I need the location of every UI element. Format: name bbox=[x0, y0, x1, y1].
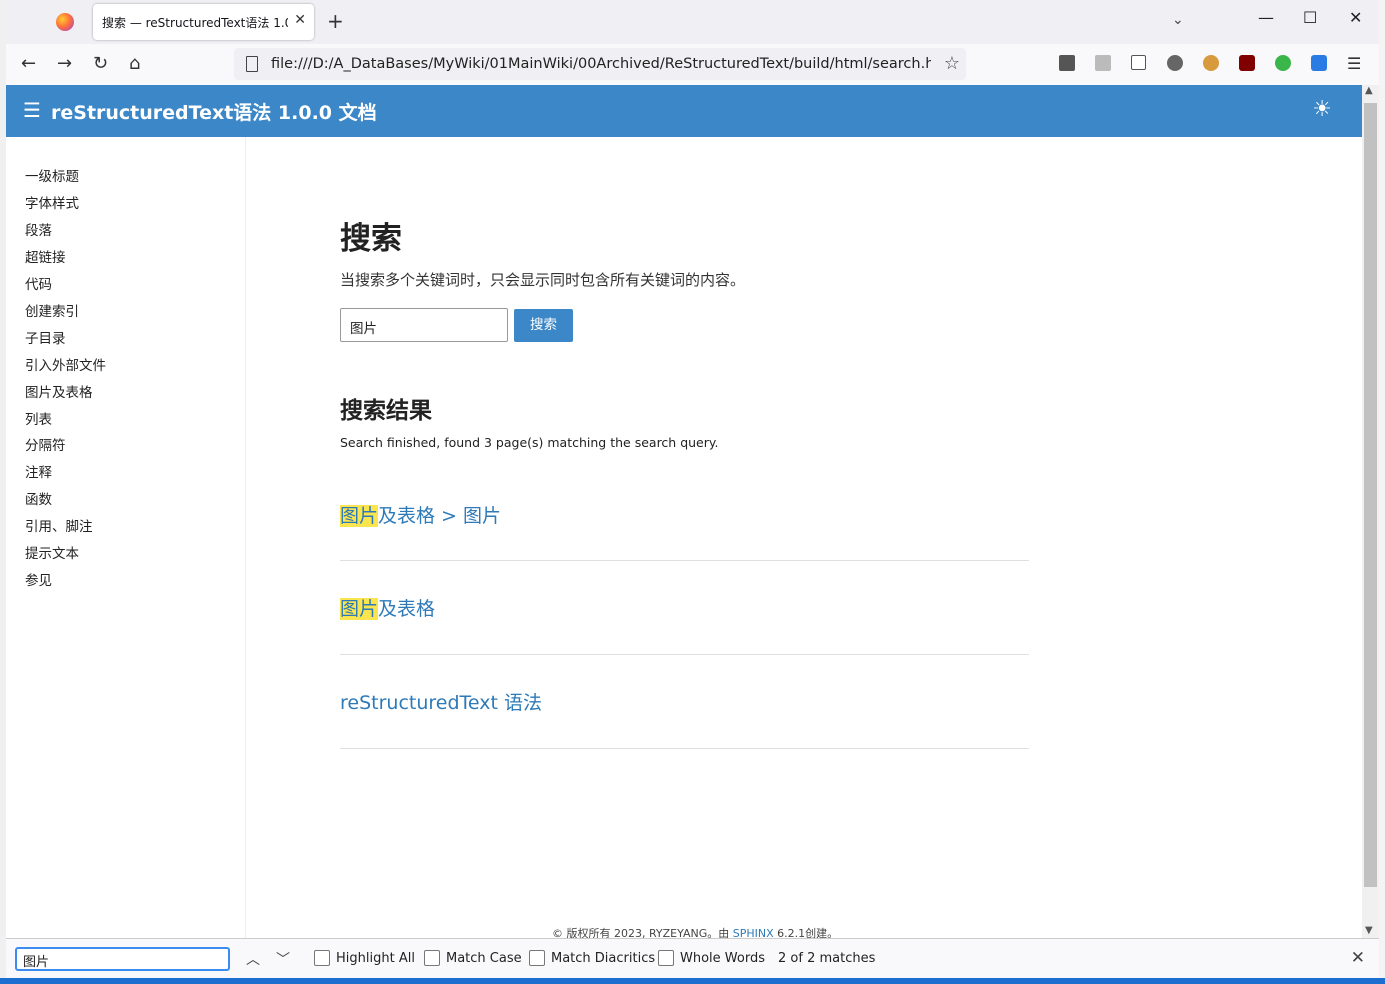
desktop-background-right bbox=[1378, 0, 1385, 984]
undo-extension-icon[interactable] bbox=[1095, 55, 1111, 71]
highlight-all-label[interactable]: Highlight All bbox=[336, 951, 415, 966]
bookmark-star-icon[interactable]: ☆ bbox=[944, 53, 960, 74]
match-count: 2 of 2 matches bbox=[778, 951, 876, 966]
sidebar-item[interactable]: 函数 bbox=[25, 488, 52, 508]
crop-extension-icon[interactable] bbox=[1059, 55, 1075, 71]
app-menu-icon[interactable]: ☰ bbox=[1347, 53, 1361, 75]
whole-words-checkbox[interactable] bbox=[658, 950, 674, 966]
translate-extension-icon[interactable] bbox=[1311, 55, 1327, 71]
results-heading: 搜索结果 bbox=[340, 398, 432, 424]
maximize-button[interactable]: ☐ bbox=[1303, 8, 1317, 27]
result-divider bbox=[340, 560, 1029, 561]
match-case-label[interactable]: Match Case bbox=[446, 951, 522, 966]
sidebar-item[interactable]: 参见 bbox=[25, 569, 52, 589]
result-highlight: 图片 bbox=[340, 505, 379, 527]
browser-window: 搜索 — reStructuredText语法 1.0.0 ✕ + ⌄ — ☐ … bbox=[6, 0, 1379, 978]
search-result-link[interactable]: reStructuredText 语法 bbox=[340, 688, 1029, 715]
home-button[interactable]: ⌂ bbox=[129, 53, 140, 75]
file-icon bbox=[246, 56, 258, 72]
sidebar-item[interactable]: 创建索引 bbox=[25, 300, 79, 320]
page-title: 搜索 bbox=[340, 221, 402, 257]
new-tab-button[interactable]: + bbox=[327, 10, 344, 32]
find-close-icon[interactable]: ✕ bbox=[1351, 948, 1365, 968]
search-button[interactable]: 搜索 bbox=[514, 309, 573, 342]
match-diacritics-checkbox[interactable] bbox=[529, 950, 545, 966]
sidebar-item[interactable]: 一级标题 bbox=[25, 165, 79, 185]
minimize-button[interactable]: — bbox=[1258, 8, 1274, 27]
scroll-up-icon[interactable]: ▲ bbox=[1365, 85, 1373, 96]
sidebar-item[interactable]: 段落 bbox=[25, 219, 52, 239]
search-summary: Search finished, found 3 page(s) matchin… bbox=[340, 435, 719, 450]
find-previous-icon[interactable]: ︿ bbox=[246, 949, 260, 969]
sidebar: 一级标题 字体样式 段落 超链接 代码 创建索引 子目录 引入外部文件 图片及表… bbox=[6, 137, 246, 938]
search-result-link[interactable]: 图片及表格 > 图片 bbox=[340, 501, 1029, 528]
match-case-checkbox[interactable] bbox=[424, 950, 440, 966]
result-divider bbox=[340, 654, 1029, 655]
back-button[interactable]: ← bbox=[21, 53, 36, 75]
firefox-logo-icon[interactable] bbox=[56, 13, 74, 31]
sidebar-item[interactable]: 注释 bbox=[25, 461, 52, 481]
nav-bar: ← → ↻ ⌂ file:///D:/A_DataBases/MyWiki/01… bbox=[6, 44, 1379, 86]
menu-icon[interactable]: ☰ bbox=[23, 99, 41, 121]
result-highlight: 图片 bbox=[340, 598, 379, 620]
find-bar: 图片 ︿ ﹀ Highlight All Match Case Match Di… bbox=[6, 938, 1379, 978]
tab-bar: 搜索 — reStructuredText语法 1.0.0 ✕ + ⌄ — ☐ … bbox=[6, 0, 1379, 44]
search-description: 当搜索多个关键词时，只会显示同时包含所有关键词的内容。 bbox=[340, 271, 746, 289]
list-tabs-icon[interactable]: ⌄ bbox=[1172, 12, 1184, 28]
search-input[interactable]: 图片 bbox=[340, 308, 508, 342]
sidebar-item[interactable]: 分隔符 bbox=[25, 434, 66, 454]
result-text: 及表格 > 图片 bbox=[378, 505, 502, 527]
sidebar-item[interactable]: 提示文本 bbox=[25, 542, 79, 562]
page-header: ☰ reStructuredText语法 1.0.0 文档 ☀ bbox=[6, 85, 1362, 137]
find-next-icon[interactable]: ﹀ bbox=[276, 949, 290, 969]
match-diacritics-label[interactable]: Match Diacritics bbox=[551, 951, 655, 966]
find-input[interactable]: 图片 bbox=[15, 947, 230, 971]
sidebar-item[interactable]: 图片及表格 bbox=[25, 381, 93, 401]
sidebar-item[interactable]: 代码 bbox=[25, 273, 52, 293]
vertical-scrollbar[interactable]: ▲ ▼ bbox=[1362, 85, 1379, 938]
tab-close-icon[interactable]: ✕ bbox=[294, 12, 306, 28]
reload-button[interactable]: ↻ bbox=[93, 53, 108, 75]
close-window-button[interactable]: ✕ bbox=[1349, 8, 1362, 27]
scroll-down-icon[interactable]: ▼ bbox=[1365, 925, 1373, 936]
whole-words-label[interactable]: Whole Words bbox=[680, 951, 765, 966]
sidebar-item[interactable]: 超链接 bbox=[25, 246, 66, 266]
theme-toggle-icon[interactable]: ☀ bbox=[1312, 98, 1332, 122]
tab-title: 搜索 — reStructuredText语法 1.0.0 bbox=[102, 16, 288, 30]
sidebar-item[interactable]: 引用、脚注 bbox=[25, 515, 93, 535]
tampermonkey-icon[interactable] bbox=[1167, 55, 1183, 71]
n-extension-icon[interactable] bbox=[1275, 55, 1291, 71]
result-text: 及表格 bbox=[378, 598, 436, 620]
search-result-link[interactable]: 图片及表格 bbox=[340, 594, 1029, 621]
url-bar[interactable]: file:///D:/A_DataBases/MyWiki/01MainWiki… bbox=[234, 48, 966, 80]
url-text[interactable]: file:///D:/A_DataBases/MyWiki/01MainWiki… bbox=[271, 56, 931, 72]
scrollbar-thumb[interactable] bbox=[1364, 103, 1377, 887]
site-title[interactable]: reStructuredText语法 1.0.0 文档 bbox=[51, 98, 377, 125]
sidebar-item[interactable]: 列表 bbox=[25, 408, 52, 428]
ublock-icon[interactable] bbox=[1239, 55, 1255, 71]
sidebar-item[interactable]: 字体样式 bbox=[25, 192, 79, 212]
tab-search[interactable]: 搜索 — reStructuredText语法 1.0.0 ✕ bbox=[93, 4, 314, 40]
result-text: reStructuredText 语法 bbox=[340, 692, 542, 714]
result-divider bbox=[340, 748, 1029, 749]
firefox-account-icon[interactable] bbox=[1203, 55, 1219, 71]
sidebar-item[interactable]: 引入外部文件 bbox=[25, 354, 106, 374]
forward-button[interactable]: → bbox=[57, 53, 72, 75]
taskbar-strip bbox=[0, 978, 1385, 984]
highlight-all-checkbox[interactable] bbox=[314, 950, 330, 966]
main-content: 搜索 当搜索多个关键词时，只会显示同时包含所有关键词的内容。 图片 搜索 搜索结… bbox=[246, 137, 1362, 940]
extensions-icon[interactable] bbox=[1131, 55, 1146, 70]
sidebar-item[interactable]: 子目录 bbox=[25, 327, 66, 347]
